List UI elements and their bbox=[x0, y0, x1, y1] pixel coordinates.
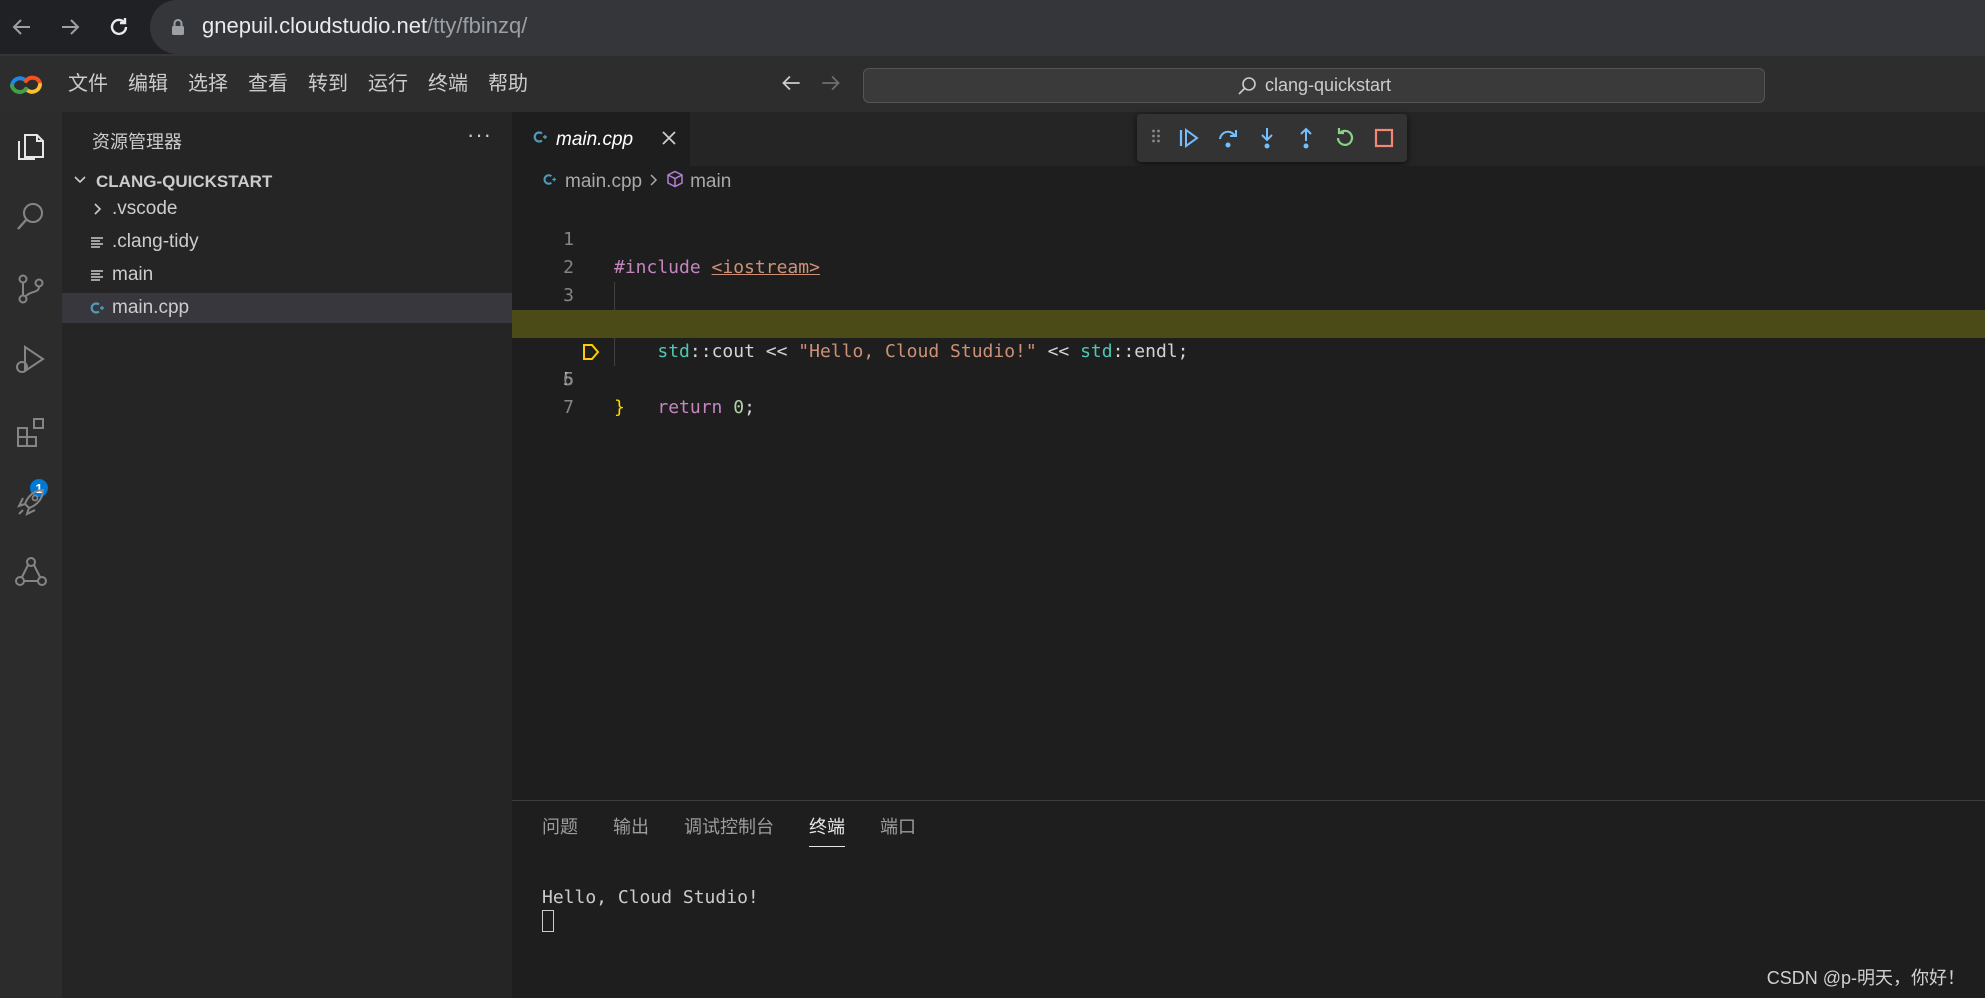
panel-tabs: 问题 输出 调试控制台 终端 端口 bbox=[542, 813, 951, 853]
step-into-icon[interactable] bbox=[1247, 118, 1286, 158]
source-control-icon[interactable] bbox=[6, 264, 56, 314]
tab-problems[interactable]: 问题 bbox=[542, 813, 578, 853]
more-actions-icon[interactable]: ··· bbox=[467, 122, 492, 148]
run-debug-icon[interactable] bbox=[6, 334, 56, 384]
menu-edit[interactable]: 编辑 bbox=[118, 56, 178, 112]
step-over-icon[interactable] bbox=[1208, 118, 1247, 158]
lines-file-icon bbox=[88, 266, 106, 284]
share-icon[interactable] bbox=[6, 547, 56, 597]
tree-item-vscode[interactable]: .vscode bbox=[62, 194, 512, 224]
code-line: 4 std::cout << "Hello, Cloud Studio!" <<… bbox=[512, 282, 1985, 362]
extensions-icon[interactable] bbox=[6, 407, 56, 457]
browser-toolbar: gnepuil.cloudstudio.net/tty/fbinzq/ bbox=[0, 0, 1985, 56]
breadcrumb-symbol[interactable]: main bbox=[690, 171, 731, 193]
line-number: 7 bbox=[563, 397, 574, 418]
tree-item-clang-tidy[interactable]: .clang-tidy bbox=[62, 227, 512, 257]
lock-icon[interactable] bbox=[170, 18, 186, 41]
tree-item-main[interactable]: main bbox=[62, 260, 512, 290]
bottom-panel: 问题 输出 调试控制台 终端 端口 Hello, Cloud Studio! bbox=[512, 800, 1985, 998]
cube-icon bbox=[666, 170, 684, 194]
terminal-cursor bbox=[542, 910, 554, 932]
chevron-down-icon bbox=[72, 172, 88, 193]
files-icon[interactable] bbox=[6, 122, 56, 172]
code-line: 7 bbox=[512, 366, 1985, 418]
lines-file-icon bbox=[88, 233, 106, 251]
breadcrumb: main.cpp main bbox=[512, 166, 1985, 198]
menu-help[interactable]: 帮助 bbox=[478, 56, 538, 112]
back-arrow-icon[interactable] bbox=[4, 9, 40, 45]
debug-toolbar bbox=[1137, 114, 1407, 162]
menu-run[interactable]: 运行 bbox=[358, 56, 418, 112]
sidebar-title: 资源管理器 bbox=[92, 132, 182, 152]
tree-item-label: .vscode bbox=[112, 198, 178, 219]
search-icon[interactable] bbox=[6, 192, 56, 242]
continue-icon[interactable] bbox=[1169, 118, 1208, 158]
forward-arrow-icon[interactable] bbox=[52, 9, 88, 45]
reload-icon[interactable] bbox=[101, 9, 137, 45]
drag-handle-icon[interactable] bbox=[1151, 128, 1165, 149]
address-bar[interactable]: gnepuil.cloudstudio.net/tty/fbinzq/ bbox=[150, 0, 1985, 54]
workspace-root-label: CLANG-QUICKSTART bbox=[96, 172, 273, 191]
command-center-label: clang-quickstart bbox=[1264, 75, 1392, 95]
watermark: CSDN @p-明天，你好！ bbox=[1766, 968, 1965, 988]
code-editor[interactable]: 1 #include <iostream> 2 3 auto main() ->… bbox=[512, 198, 1985, 800]
activity-bar: 1 bbox=[0, 112, 62, 998]
tree-item-main-cpp[interactable]: main.cpp bbox=[62, 293, 512, 323]
go-back-icon[interactable] bbox=[778, 70, 804, 101]
chevron-right-icon bbox=[88, 200, 106, 218]
code-line: 1 #include <iostream> bbox=[512, 198, 1985, 278]
tree-item-label: .clang-tidy bbox=[112, 231, 199, 252]
menu-view[interactable]: 查看 bbox=[238, 56, 298, 112]
cloudstudio-logo-icon bbox=[8, 70, 46, 98]
terminal-output[interactable]: Hello, Cloud Studio! bbox=[542, 887, 759, 908]
menu-terminal[interactable]: 终端 bbox=[418, 56, 478, 112]
tab-debug-console[interactable]: 调试控制台 bbox=[684, 813, 774, 853]
menu: 文件 编辑 选择 查看 转到 运行 终端 帮助 bbox=[58, 56, 538, 112]
tab-label: main.cpp bbox=[556, 128, 634, 150]
code-line: 3 auto main() -> int { bbox=[512, 254, 1985, 334]
tab-terminal[interactable]: 终端 bbox=[809, 813, 845, 847]
search-icon bbox=[1238, 76, 1256, 95]
url-text: gnepuil.cloudstudio.net/tty/fbinzq/ bbox=[202, 13, 527, 39]
workspace-root[interactable]: CLANG-QUICKSTART bbox=[62, 168, 512, 196]
cpp-file-icon bbox=[88, 299, 106, 317]
menu-file[interactable]: 文件 bbox=[58, 56, 118, 112]
url-path: /tty/fbinzq/ bbox=[427, 13, 528, 38]
current-execution-line: 5 return 0; bbox=[512, 310, 1985, 418]
restart-icon[interactable] bbox=[1325, 118, 1364, 158]
tab-output[interactable]: 输出 bbox=[613, 813, 649, 853]
stop-icon[interactable] bbox=[1364, 118, 1403, 158]
tab-main-cpp[interactable]: main.cpp bbox=[512, 112, 690, 166]
command-center[interactable]: clang-quickstart bbox=[863, 68, 1765, 103]
menu-go[interactable]: 转到 bbox=[298, 56, 358, 112]
tree-item-label: main bbox=[112, 264, 154, 285]
rocket-icon[interactable] bbox=[6, 477, 56, 527]
chevron-right-icon bbox=[648, 171, 660, 193]
url-host: gnepuil.cloudstudio.net bbox=[202, 13, 428, 38]
code-line: 2 bbox=[512, 226, 1985, 278]
cpp-file-icon bbox=[532, 129, 548, 150]
menu-selection[interactable]: 选择 bbox=[178, 56, 238, 112]
close-icon[interactable] bbox=[660, 127, 678, 153]
step-out-icon[interactable] bbox=[1286, 118, 1325, 158]
go-forward-icon[interactable] bbox=[818, 70, 844, 101]
explorer-sidebar: 资源管理器 ··· CLANG-QUICKSTART .vscode .clan… bbox=[62, 112, 512, 998]
title-bar: 文件 编辑 选择 查看 转到 运行 终端 帮助 clang-quickstart bbox=[0, 56, 1985, 112]
tree-item-label: main.cpp bbox=[112, 297, 190, 318]
code-line: 6 } bbox=[512, 338, 1985, 418]
cpp-file-icon bbox=[542, 171, 557, 193]
breadcrumb-file[interactable]: main.cpp bbox=[565, 171, 642, 193]
tab-ports[interactable]: 端口 bbox=[880, 813, 916, 853]
